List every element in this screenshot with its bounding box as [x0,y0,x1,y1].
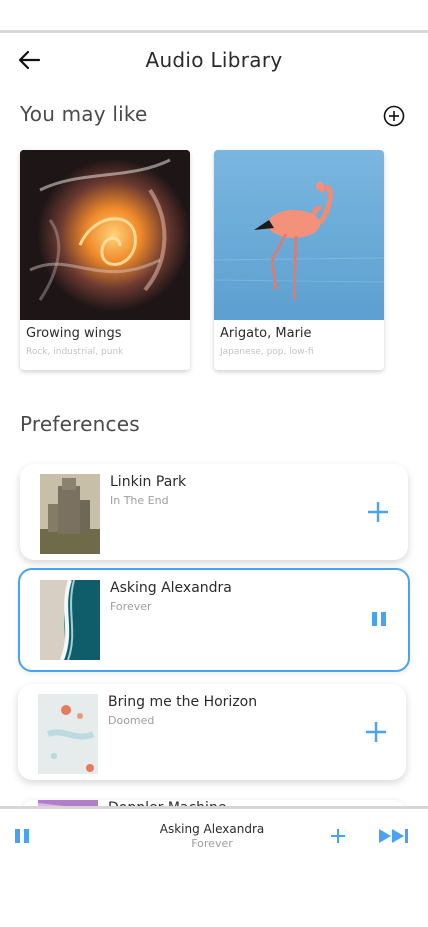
song-title: In The End [110,494,169,507]
album-art-image [20,150,190,320]
preference-item[interactable]: Linkin Park In The End [20,464,408,560]
now-playing-title: Asking Alexandra [159,822,265,836]
status-bar-area [0,0,428,34]
player-add-button[interactable] [328,826,348,846]
song-title: Forever [110,600,152,613]
add-recommendation-button[interactable] [382,104,406,128]
player-divider [0,806,428,809]
artist-name: Bring me the Horizon [108,694,258,710]
preference-item-playing[interactable]: Asking Alexandra Forever [18,568,410,672]
recommendation-title: Growing wings [26,326,122,341]
pause-track-button[interactable] [370,610,388,628]
track-thumbnail [38,694,98,774]
now-playing-subtitle: Forever [191,837,233,850]
status-bar-divider [0,30,428,33]
album-art-image [214,150,384,320]
plus-icon [366,722,386,742]
mini-player: Asking Alexandra Forever [0,806,428,927]
recommendation-card[interactable]: Growing wings Rock, industrial, punk [20,150,190,370]
app-header: Audio Library [0,34,428,86]
track-thumbnail [40,474,100,554]
recommendation-card[interactable]: Arigato, Marie Japanese, pop, low-fi [214,150,384,370]
plus-icon [368,502,388,522]
add-track-button[interactable] [364,720,388,744]
artist-name: Linkin Park [110,474,187,490]
add-track-button[interactable] [366,500,390,524]
page-title: Audio Library [145,48,283,72]
you-may-like-heading: You may like [20,102,148,126]
recommendation-title: Arigato, Marie [220,326,312,341]
player-next-button[interactable] [378,826,412,846]
plus-circle-icon [383,105,405,127]
plus-icon [331,829,345,843]
recommendation-genres: Japanese, pop, low-fi [220,347,314,357]
artist-name: Asking Alexandra [110,580,232,596]
pause-icon [372,612,386,626]
track-thumbnail [40,580,100,660]
song-title: Doomed [108,714,155,727]
preference-item[interactable]: Bring me the Horizon Doomed [18,684,406,780]
skip-next-icon [379,829,408,843]
preferences-heading: Preferences [20,412,140,436]
recommendation-genres: Rock, industrial, punk [26,347,124,357]
